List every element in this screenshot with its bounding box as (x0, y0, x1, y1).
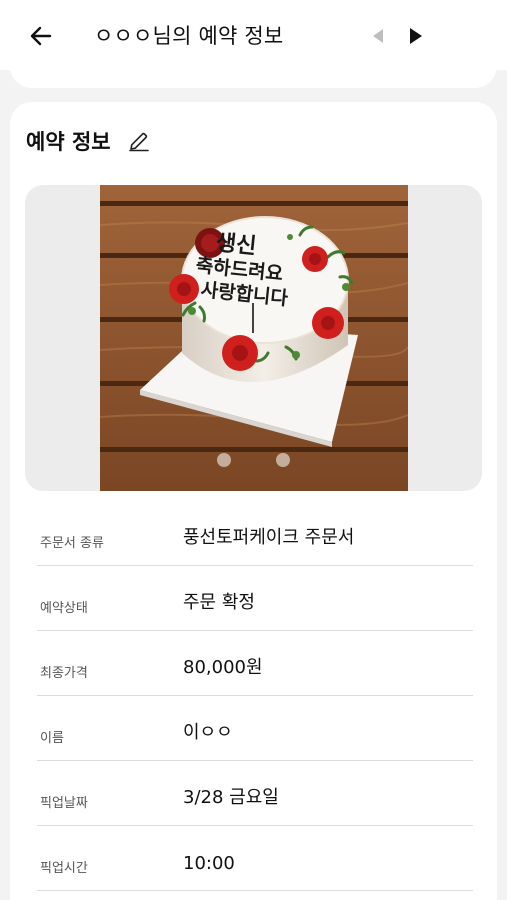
detail-row-pickup-date: 픽업날짜 3/28 금요일 (37, 761, 473, 826)
detail-value: 이ㅇㅇ (183, 722, 233, 743)
detail-label: 픽업시간 (40, 861, 88, 876)
edit-button[interactable] (128, 130, 150, 152)
carousel-dot-1[interactable] (217, 453, 231, 467)
header-bar: ㅇㅇㅇ님의 예약 정보 (0, 0, 507, 70)
detail-value: 10:00 (183, 853, 235, 874)
detail-value: 80,000원 (183, 657, 263, 678)
detail-row-order-type: 주문서 종류 풍선토퍼케이크 주문서 (37, 501, 473, 566)
pencil-icon (129, 132, 149, 152)
previous-card-bottom (10, 62, 497, 88)
svg-text:생신: 생신 (215, 230, 258, 259)
detail-row-reservation-status: 예약상태 주문 확정 (37, 566, 473, 631)
detail-label: 최종가격 (40, 666, 88, 681)
detail-row-pickup-time: 픽업시간 10:00 (37, 826, 473, 891)
detail-row-name: 이름 이ㅇㅇ (37, 696, 473, 761)
section-title: 예약 정보 (26, 130, 111, 154)
detail-label: 예약상태 (40, 601, 88, 616)
cake-photo: 생신 축하드려요 사랑합니다 (100, 185, 408, 491)
detail-value: 3/28 금요일 (183, 787, 279, 808)
carousel-dot-2[interactable] (276, 453, 290, 467)
next-reservation-button[interactable] (405, 25, 427, 47)
detail-label: 이름 (40, 731, 64, 746)
arrow-left-icon (30, 26, 52, 46)
detail-value: 주문 확정 (183, 592, 255, 613)
detail-label: 주문서 종류 (40, 536, 104, 551)
previous-reservation-button[interactable] (368, 26, 388, 46)
triangle-right-icon (410, 28, 422, 44)
detail-value: 풍선토퍼케이크 주문서 (183, 527, 355, 548)
image-carousel[interactable]: 생신 축하드려요 사랑합니다 (25, 185, 482, 491)
back-button[interactable] (26, 22, 56, 50)
detail-row-final-price: 최종가격 80,000원 (37, 631, 473, 696)
detail-label: 픽업날짜 (40, 796, 88, 811)
page-title: ㅇㅇㅇ님의 예약 정보 (94, 24, 284, 48)
triangle-left-icon (373, 29, 383, 43)
